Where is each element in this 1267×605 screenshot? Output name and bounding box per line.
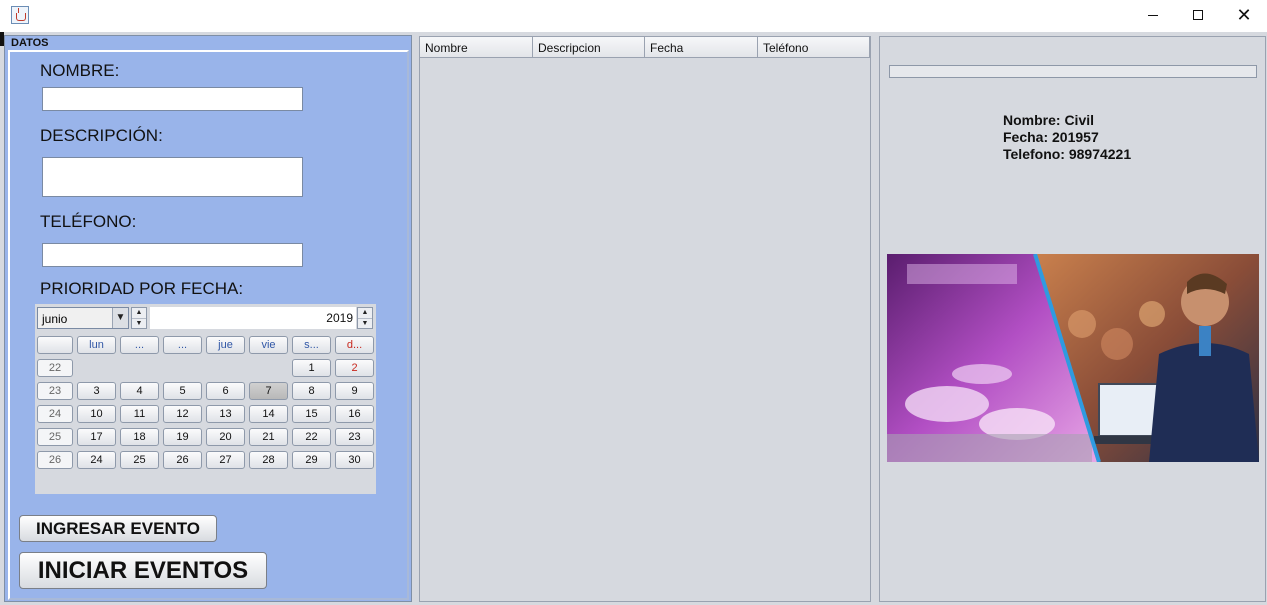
nombre-label: NOMBRE: [40,61,120,80]
day-button[interactable]: 27 [206,451,245,469]
day-header: lun [77,336,116,354]
spinner-up-icon[interactable]: ▲ [132,308,146,319]
year-field[interactable]: 2019 [150,307,356,329]
day-button[interactable]: 23 [335,428,374,446]
spinner-down-icon[interactable]: ▼ [132,319,146,329]
minimize-button[interactable] [1130,0,1176,30]
week-number: 22 [37,359,73,377]
event-fecha: Fecha: 201957 [1003,129,1099,145]
year-spinner[interactable]: ▲ ▼ [357,307,373,329]
day-button[interactable]: 12 [163,405,202,423]
day-header: vie [249,336,288,354]
prioridad-label: PRIORIDAD POR FECHA: [40,279,244,298]
nombre-field[interactable] [42,87,303,111]
column-header-descripcion[interactable]: Descripcion [533,37,645,58]
events-table[interactable] [419,36,871,602]
day-header: ... [163,336,202,354]
week-number: 26 [37,451,73,469]
event-image [887,254,1259,462]
week-number: 24 [37,405,73,423]
day-button[interactable]: 5 [163,382,202,400]
column-header-telefono[interactable]: Teléfono [758,37,870,58]
day-button[interactable]: 25 [120,451,159,469]
spinner-down-icon[interactable]: ▼ [358,319,372,329]
telefono-field[interactable] [42,243,303,267]
datos-panel-title: DATOS [11,37,49,49]
month-dropdown-arrow-icon[interactable]: ▼ [112,308,128,328]
close-button[interactable]: ✕ [1221,0,1267,30]
day-button[interactable]: 20 [206,428,245,446]
day-button[interactable]: 21 [249,428,288,446]
day-header: ... [120,336,159,354]
title-bar [0,0,1267,32]
iniciar-eventos-button[interactable]: INICIAR EVENTOS [19,552,267,589]
day-button[interactable]: 14 [249,405,288,423]
day-header [37,336,73,354]
day-header: s... [292,336,331,354]
day-header: jue [206,336,245,354]
day-button[interactable]: 16 [335,405,374,423]
column-header-fecha[interactable]: Fecha [645,37,758,58]
progress-bar [889,65,1257,78]
day-button[interactable]: 30 [335,451,374,469]
day-button[interactable]: 3 [77,382,116,400]
day-button[interactable]: 2 [335,359,374,377]
telefono-label: TELÉFONO: [40,212,137,231]
day-button[interactable]: 24 [77,451,116,469]
day-button[interactable]: 1 [292,359,331,377]
spinner-up-icon[interactable]: ▲ [358,308,372,319]
event-telefono: Telefono: 98974221 [1003,146,1132,162]
day-header: d... [335,336,374,354]
maximize-button[interactable] [1175,0,1221,30]
day-button[interactable]: 29 [292,451,331,469]
day-button[interactable]: 11 [120,405,159,423]
day-button[interactable]: 6 [206,382,245,400]
column-header-nombre[interactable]: Nombre [420,37,533,58]
day-button[interactable]: 18 [120,428,159,446]
day-button[interactable]: 4 [120,382,159,400]
day-button[interactable]: 7 [249,382,288,400]
event-nombre: Nombre: Civil [1003,112,1095,128]
day-button[interactable]: 17 [77,428,116,446]
day-button[interactable]: 8 [292,382,331,400]
day-button[interactable]: 28 [249,451,288,469]
ingresar-evento-button[interactable]: INGRESAR EVENTO [19,515,217,542]
day-button[interactable]: 13 [206,405,245,423]
week-number: 23 [37,382,73,400]
day-button[interactable]: 19 [163,428,202,446]
week-number: 25 [37,428,73,446]
day-button[interactable]: 10 [77,405,116,423]
descripcion-label: DESCRIPCIÓN: [40,126,163,145]
java-cup-icon [11,6,29,24]
day-button[interactable]: 26 [163,451,202,469]
month-spinner[interactable]: ▲ ▼ [131,307,147,329]
day-button[interactable]: 9 [335,382,374,400]
descripcion-field[interactable] [42,157,303,197]
day-button[interactable]: 22 [292,428,331,446]
day-button[interactable]: 15 [292,405,331,423]
